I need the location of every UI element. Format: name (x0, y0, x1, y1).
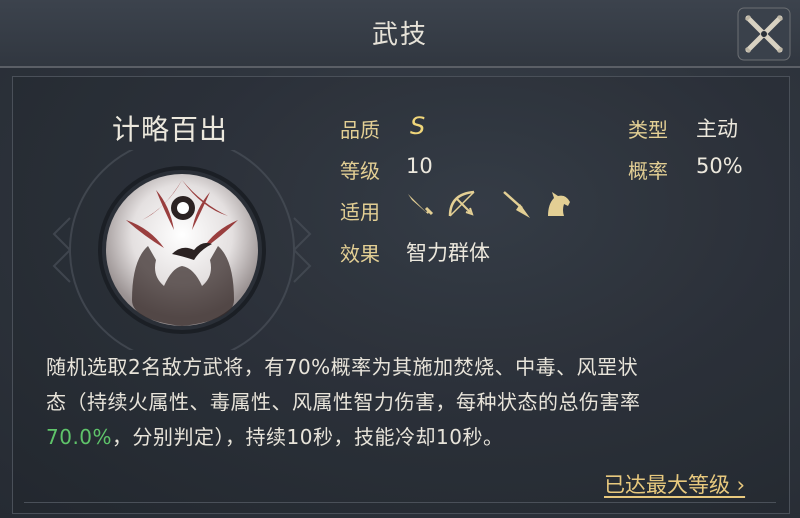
skill-description: 随机选取2名敌方武将，有70%概率为其施加焚烧、中毒、风罡状 态（持续火属性、毒… (46, 350, 766, 455)
chance-value: 50% (696, 154, 743, 178)
skill-panel: 武技 计略百出 品质 S 等级 10 适用 效果 智力群体 类型 主动 概率 5… (0, 0, 800, 518)
type-value: 主动 (696, 117, 738, 141)
horse-icon (548, 192, 570, 216)
damage-rate-highlight: 70.0% (46, 425, 113, 449)
description-line: 态（持续火属性、毒属性、风属性智力伤害，每种状态的总伤害率 (46, 390, 641, 414)
description-line: 70.0%，分别判定），持续10秒，技能冷却10秒。 (46, 420, 766, 455)
level-value: 10 (406, 154, 433, 178)
spear-icon (503, 191, 530, 218)
type-label: 类型 (628, 118, 668, 142)
quality-label: 品质 (340, 118, 380, 142)
effect-label: 效果 (340, 242, 380, 266)
description-text: ，分别判定），持续10秒，技能冷却10秒。 (112, 425, 504, 449)
close-icon[interactable] (736, 6, 792, 62)
max-level-link[interactable]: 已达最大等级 › (604, 469, 745, 499)
chance-label: 概率 (628, 159, 668, 183)
effect-value: 智力群体 (406, 241, 490, 265)
divider (24, 502, 776, 503)
quality-value: S (410, 112, 426, 140)
max-level-label: 已达最大等级 (604, 473, 730, 497)
skill-icon (52, 150, 312, 350)
sword-icon (408, 194, 434, 216)
applicable-label: 适用 (340, 200, 380, 224)
bow-icon (448, 190, 475, 217)
level-label: 等级 (340, 159, 380, 183)
chevron-right-icon: › (730, 473, 746, 497)
description-line: 随机选取2名敌方武将，有70%概率为其施加焚烧、中毒、风罡状 (46, 355, 639, 379)
window-title: 武技 (371, 20, 428, 50)
skill-name: 计略百出 (111, 113, 228, 146)
title-bar: 武技 (0, 0, 800, 68)
